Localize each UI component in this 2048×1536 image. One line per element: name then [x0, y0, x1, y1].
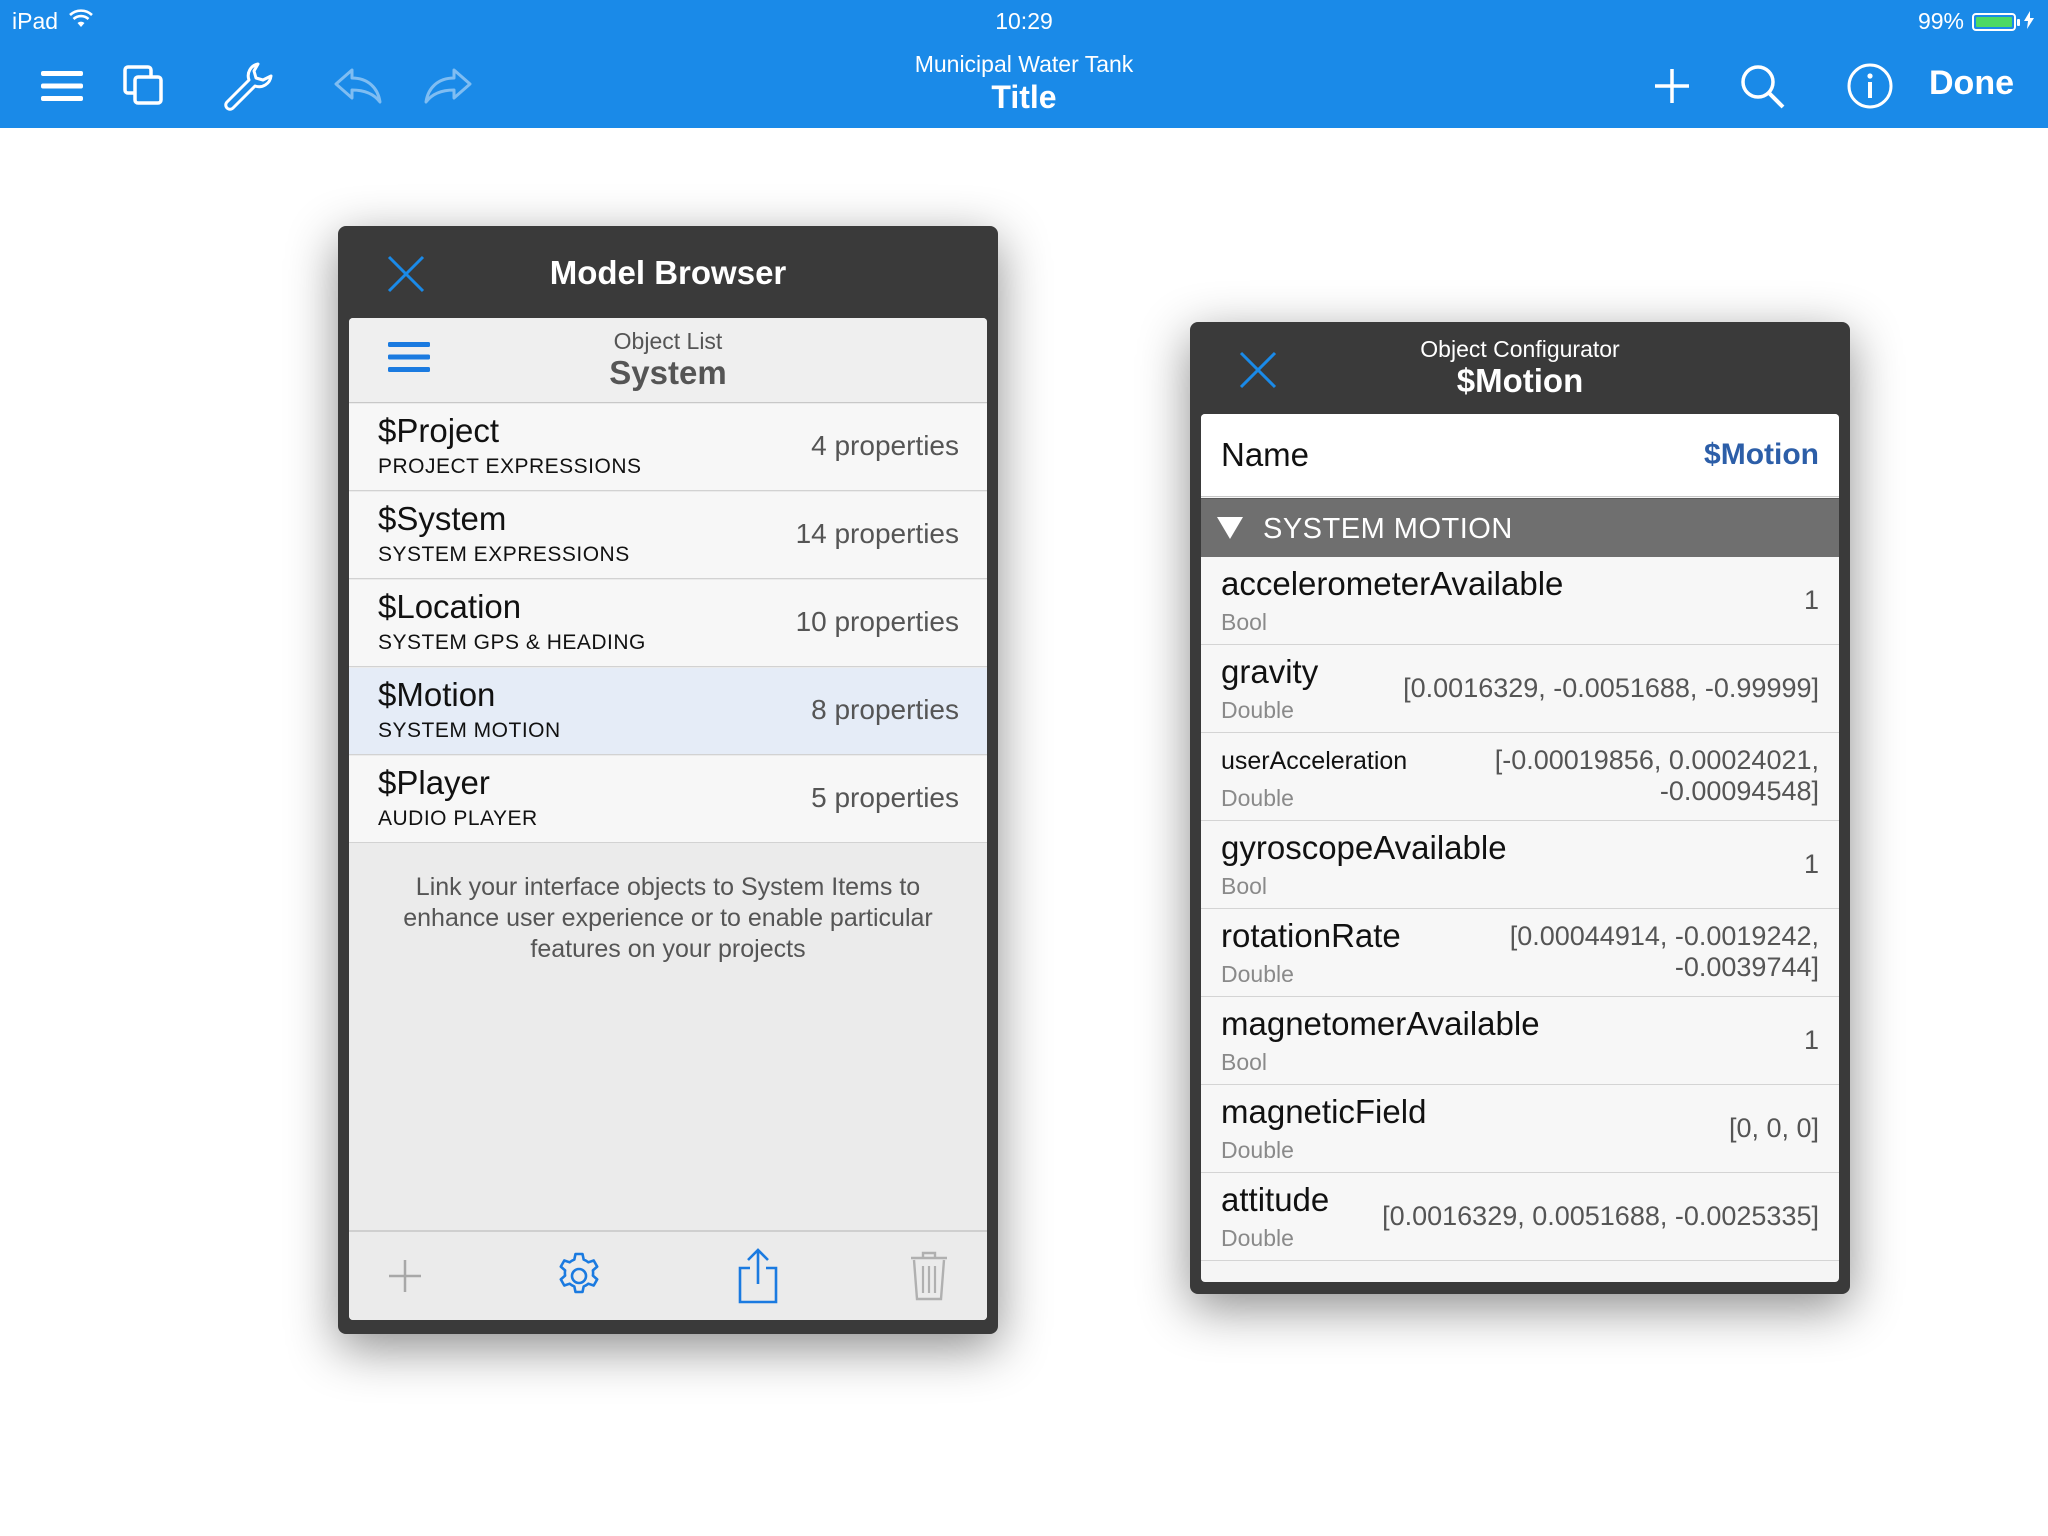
property-type: Bool: [1221, 1049, 1268, 1075]
list-item-system[interactable]: $System SYSTEM EXPRESSIONS 14 properties: [349, 492, 987, 579]
gear-icon[interactable]: [553, 1250, 605, 1302]
property-type: Double: [1221, 1225, 1294, 1251]
list-item-description: AUDIO PLAYER: [378, 807, 538, 830]
list-item-count: 5 properties: [811, 782, 959, 813]
property-row[interactable]: gravity Double [0.0016329, -0.0051688, -…: [1201, 645, 1839, 733]
model-browser-title: Model Browser: [549, 254, 787, 291]
configurator-content: Name $Motion SYSTEM MOTION accelerometer…: [1201, 414, 1839, 1282]
object-configurator-panel: Object Configurator $Motion Name $Motion…: [1190, 322, 1850, 1294]
object-list-title: System: [609, 354, 727, 391]
configurator-subtitle: Object Configurator: [1420, 336, 1620, 362]
object-list-header: Object List System: [349, 318, 987, 403]
property-row[interactable]: magnetomerAvailable Bool 1: [1201, 997, 1839, 1085]
property-name: userAcceleration: [1221, 747, 1408, 775]
name-label: Name: [1221, 436, 1310, 473]
list-item-count: 8 properties: [811, 694, 959, 725]
property-value: 1: [1803, 585, 1819, 615]
property-name: accelerometerAvailable: [1221, 565, 1564, 602]
list-item-description: SYSTEM EXPRESSIONS: [378, 543, 630, 566]
property-row[interactable]: userAcceleration Double [-0.00019856, 0.…: [1201, 733, 1839, 821]
model-browser-panel: Model Browser Object List System $Projec…: [338, 226, 998, 1334]
property-name: gyroscopeAvailable: [1221, 829, 1507, 866]
property-value: [0.0016329, -0.0051688, -0.99999]: [1403, 673, 1819, 703]
property-row[interactable]: rotationRate Double [0.00044914, -0.0019…: [1201, 909, 1839, 997]
object-list: Object List System $Project PROJECT EXPR…: [349, 318, 987, 1320]
info-icon[interactable]: [1842, 58, 1898, 114]
property-name: attitude: [1221, 1181, 1330, 1218]
list-item-name: $Location: [378, 588, 522, 625]
battery-icon: [1972, 12, 2020, 31]
property-name: gravity: [1221, 653, 1319, 690]
share-icon[interactable]: [732, 1248, 784, 1304]
property-row[interactable]: magneticField Double [0, 0, 0]: [1201, 1085, 1839, 1173]
property-type: Double: [1221, 961, 1294, 987]
list-item-count: 10 properties: [795, 606, 959, 637]
property-type: Bool: [1221, 873, 1268, 899]
list-item-player[interactable]: $Player AUDIO PLAYER 5 properties: [349, 756, 987, 843]
property-value: [-0.00019856, 0.00024021, -0.00094548]: [1494, 745, 1819, 806]
property-value: 1: [1803, 849, 1819, 879]
done-button[interactable]: Done: [1929, 64, 2014, 103]
system-items-note: Link your interface objects to System It…: [403, 873, 933, 963]
disclosure-triangle-icon: [1217, 517, 1243, 539]
list-item-name: $System: [378, 500, 507, 537]
list-item-name: $Motion: [378, 676, 496, 713]
search-icon[interactable]: [1734, 58, 1790, 114]
property-value: 1: [1803, 1025, 1819, 1055]
list-item-description: SYSTEM GPS & HEADING: [378, 631, 646, 654]
list-item-project[interactable]: $Project PROJECT EXPRESSIONS 4 propertie…: [349, 404, 987, 491]
property-name: magneticField: [1221, 1093, 1427, 1130]
property-type: Double: [1221, 697, 1294, 723]
property-value: [0, 0, 0]: [1728, 1113, 1819, 1143]
trash-icon[interactable]: [903, 1250, 955, 1302]
property-value: [0.00044914, -0.0019242, -0.0039744]: [1509, 921, 1819, 982]
list-item-count: 4 properties: [811, 430, 959, 461]
charging-icon: [2024, 8, 2034, 35]
model-browser-toolbar: [349, 1230, 987, 1320]
plus-icon[interactable]: [1644, 58, 1700, 114]
list-item-name: $Project: [378, 412, 500, 449]
list-item-name: $Player: [378, 764, 490, 801]
property-name: magnetomerAvailable: [1221, 1005, 1540, 1042]
status-bar-right: 99%: [1918, 8, 2034, 35]
name-field-row[interactable]: Name $Motion: [1201, 414, 1839, 497]
property-row[interactable]: attitude Double [0.0016329, 0.0051688, -…: [1201, 1173, 1839, 1261]
battery-fill: [1976, 16, 2012, 27]
list-item-location[interactable]: $Location SYSTEM GPS & HEADING 10 proper…: [349, 580, 987, 667]
property-value: [0.0016329, 0.0051688, -0.0025335]: [1382, 1201, 1819, 1231]
object-list-subtitle: Object List: [613, 328, 723, 354]
battery-percent: 99%: [1917, 8, 1964, 34]
list-item-count: 14 properties: [795, 518, 959, 549]
plus-icon[interactable]: [379, 1250, 431, 1302]
section-header-system-motion[interactable]: SYSTEM MOTION: [1201, 498, 1839, 557]
property-row[interactable]: accelerometerAvailable Bool 1: [1201, 557, 1839, 645]
property-type: Bool: [1221, 609, 1268, 635]
list-item-motion[interactable]: $Motion SYSTEM MOTION 8 properties: [349, 668, 987, 755]
section-label: SYSTEM MOTION: [1263, 513, 1513, 545]
property-row[interactable]: gyroscopeAvailable Bool 1: [1201, 821, 1839, 909]
configurator-title: $Motion: [1456, 362, 1584, 399]
property-type: Double: [1221, 785, 1294, 811]
list-item-description: PROJECT EXPRESSIONS: [378, 455, 642, 478]
property-type: Double: [1221, 1137, 1294, 1163]
top-toolbar: iPad 10:29 99% Municipal Water Tank Titl…: [0, 0, 2048, 128]
name-value[interactable]: $Motion: [1704, 438, 1819, 472]
list-item-description: SYSTEM MOTION: [378, 719, 561, 742]
status-time: 10:29: [995, 8, 1053, 34]
property-name: rotationRate: [1221, 917, 1401, 954]
